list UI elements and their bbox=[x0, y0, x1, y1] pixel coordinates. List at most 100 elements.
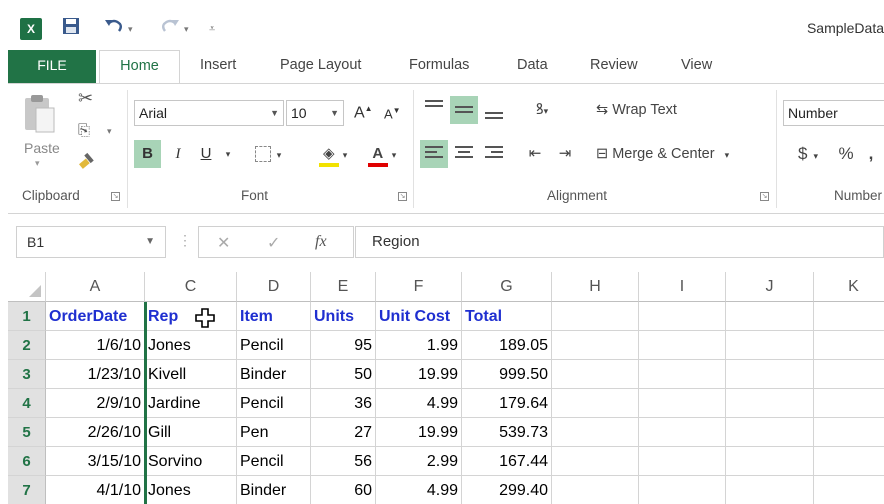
cell-c4[interactable]: Jardine bbox=[145, 389, 237, 418]
tab-page-layout[interactable]: Page Layout bbox=[280, 50, 361, 83]
cell-f1[interactable]: Unit Cost bbox=[376, 302, 462, 331]
bottom-align-button[interactable] bbox=[480, 96, 508, 124]
row-header-4[interactable]: 4 bbox=[8, 389, 46, 418]
row-header-5[interactable]: 5 bbox=[8, 418, 46, 447]
cell-a5[interactable]: 2/26/10 bbox=[46, 418, 145, 447]
cell-i4[interactable] bbox=[639, 389, 726, 418]
cell-d2[interactable]: Pencil bbox=[237, 331, 311, 360]
copy-dropdown-icon[interactable]: ▾ bbox=[107, 126, 112, 137]
cell-j7[interactable] bbox=[726, 476, 814, 504]
cell-d5[interactable]: Pen bbox=[237, 418, 311, 447]
cell-h7[interactable] bbox=[552, 476, 639, 504]
cell-k5[interactable] bbox=[814, 418, 884, 447]
column-header-c[interactable]: C bbox=[145, 272, 237, 302]
cell-h3[interactable] bbox=[552, 360, 639, 389]
cell-g5[interactable]: 539.73 bbox=[462, 418, 552, 447]
tab-review[interactable]: Review bbox=[590, 50, 638, 83]
cell-k3[interactable] bbox=[814, 360, 884, 389]
align-left-button[interactable] bbox=[420, 140, 448, 168]
cut-icon[interactable]: ✂ bbox=[78, 88, 93, 109]
cell-k2[interactable] bbox=[814, 331, 884, 360]
format-painter-icon[interactable] bbox=[78, 150, 98, 173]
tab-view[interactable]: View bbox=[681, 50, 712, 83]
paste-dropdown-icon[interactable]: ▾ bbox=[35, 158, 40, 169]
cell-g3[interactable]: 999.50 bbox=[462, 360, 552, 389]
redo-dropdown-icon[interactable]: ▾ bbox=[184, 20, 189, 38]
worksheet-grid[interactable]: A C D E F G H I J K 1 OrderDate Rep Item Units Unit Cos… bbox=[8, 272, 884, 504]
cell-g4[interactable]: 179.64 bbox=[462, 389, 552, 418]
cell-h5[interactable] bbox=[552, 418, 639, 447]
italic-button[interactable]: I bbox=[167, 140, 189, 168]
cell-a4[interactable]: 2/9/10 bbox=[46, 389, 145, 418]
underline-button[interactable]: U bbox=[195, 140, 217, 168]
column-header-e[interactable]: E bbox=[311, 272, 376, 302]
cell-e3[interactable]: 50 bbox=[311, 360, 376, 389]
align-center-button[interactable] bbox=[450, 140, 478, 168]
cell-h4[interactable] bbox=[552, 389, 639, 418]
paste-icon[interactable] bbox=[22, 94, 56, 137]
cell-a3[interactable]: 1/23/10 bbox=[46, 360, 145, 389]
bold-button[interactable]: B bbox=[134, 140, 161, 168]
row-header-3[interactable]: 3 bbox=[8, 360, 46, 389]
clipboard-launcher-icon[interactable]: ↘ bbox=[111, 192, 120, 201]
cell-d6[interactable]: Pencil bbox=[237, 447, 311, 476]
name-box[interactable]: B1 ▼ bbox=[16, 226, 166, 258]
alignment-launcher-icon[interactable]: ↘ bbox=[760, 192, 769, 201]
cell-h1[interactable] bbox=[552, 302, 639, 331]
column-header-d[interactable]: D bbox=[237, 272, 311, 302]
decrease-indent-button[interactable]: ⇤ bbox=[522, 140, 548, 168]
cell-g6[interactable]: 167.44 bbox=[462, 447, 552, 476]
cell-i1[interactable] bbox=[639, 302, 726, 331]
cell-g2[interactable]: 189.05 bbox=[462, 331, 552, 360]
cell-c5[interactable]: Gill bbox=[145, 418, 237, 447]
cell-h2[interactable] bbox=[552, 331, 639, 360]
cell-a7[interactable]: 4/1/10 bbox=[46, 476, 145, 504]
cell-c3[interactable]: Kivell bbox=[145, 360, 237, 389]
column-header-f[interactable]: F bbox=[376, 272, 462, 302]
formula-input[interactable]: Region bbox=[355, 226, 884, 258]
cell-j5[interactable] bbox=[726, 418, 814, 447]
cell-e7[interactable]: 60 bbox=[311, 476, 376, 504]
cell-e2[interactable]: 95 bbox=[311, 331, 376, 360]
cell-k1[interactable] bbox=[814, 302, 884, 331]
row-header-2[interactable]: 2 bbox=[8, 331, 46, 360]
cell-i5[interactable] bbox=[639, 418, 726, 447]
shrink-font-button[interactable]: A▼ bbox=[384, 106, 401, 121]
fill-color-button[interactable]: ◈ ▾ bbox=[313, 140, 353, 168]
number-format-select[interactable]: Number bbox=[783, 100, 884, 126]
cell-c6[interactable]: Sorvino bbox=[145, 447, 237, 476]
tab-formulas[interactable]: Formulas bbox=[409, 50, 469, 83]
copy-icon[interactable]: ⎘ bbox=[78, 122, 90, 139]
cell-j4[interactable] bbox=[726, 389, 814, 418]
wrap-text-button[interactable]: ⇆ Wrap Text bbox=[596, 96, 726, 124]
cell-c2[interactable]: Jones bbox=[145, 331, 237, 360]
cell-c1[interactable]: Rep bbox=[145, 302, 237, 331]
font-color-button[interactable]: A ▾ bbox=[361, 140, 403, 168]
cell-a1[interactable]: OrderDate bbox=[46, 302, 145, 331]
column-header-a[interactable]: A bbox=[46, 272, 145, 302]
undo-dropdown-icon[interactable]: ▾ bbox=[128, 20, 133, 38]
cell-i6[interactable] bbox=[639, 447, 726, 476]
middle-align-button[interactable] bbox=[450, 96, 478, 124]
comma-style-button[interactable]: , bbox=[864, 140, 878, 168]
cell-j2[interactable] bbox=[726, 331, 814, 360]
cell-a2[interactable]: 1/6/10 bbox=[46, 331, 145, 360]
row-header-6[interactable]: 6 bbox=[8, 447, 46, 476]
row-header-7[interactable]: 7 bbox=[8, 476, 46, 504]
cell-f2[interactable]: 1.99 bbox=[376, 331, 462, 360]
redo-icon[interactable] bbox=[160, 17, 180, 41]
font-name-select[interactable]: Arial ▼ bbox=[134, 100, 284, 126]
save-icon[interactable] bbox=[62, 17, 80, 41]
cell-j1[interactable] bbox=[726, 302, 814, 331]
cell-d3[interactable]: Binder bbox=[237, 360, 311, 389]
percent-style-button[interactable]: % bbox=[834, 140, 858, 168]
column-header-i[interactable]: I bbox=[639, 272, 726, 302]
cell-g1[interactable]: Total bbox=[462, 302, 552, 331]
excel-logo-icon[interactable]: X bbox=[20, 18, 42, 40]
accounting-format-button[interactable]: $ ▾ bbox=[788, 140, 828, 168]
cell-e1[interactable]: Units bbox=[311, 302, 376, 331]
undo-icon[interactable] bbox=[104, 17, 124, 41]
cell-j6[interactable] bbox=[726, 447, 814, 476]
column-header-g[interactable]: G bbox=[462, 272, 552, 302]
cell-k6[interactable] bbox=[814, 447, 884, 476]
